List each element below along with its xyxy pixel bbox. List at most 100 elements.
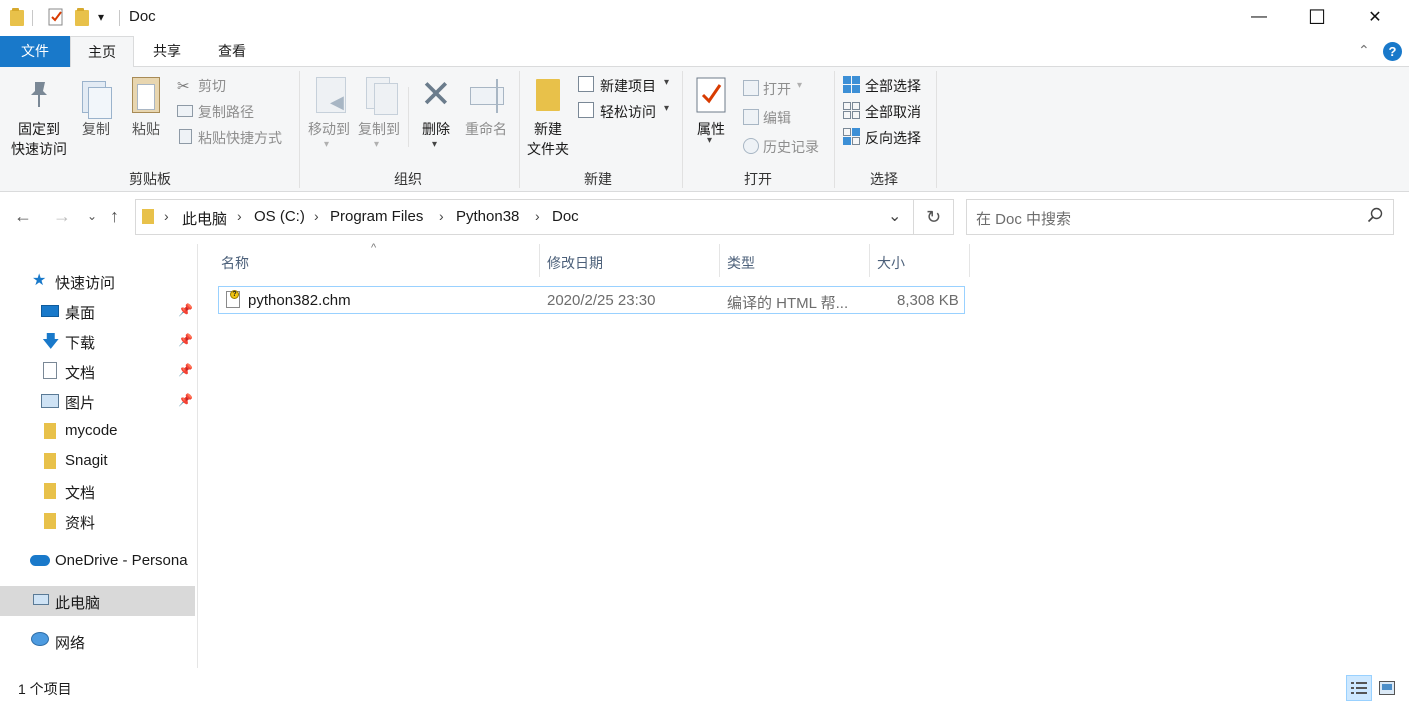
properties-icon[interactable] bbox=[47, 8, 65, 29]
nav-label: 文档 bbox=[65, 365, 96, 382]
rename-label: 重命名 bbox=[465, 121, 507, 137]
scissors-icon: ✂ bbox=[177, 78, 190, 95]
breadcrumb-program-files[interactable]: Program Files bbox=[330, 208, 423, 225]
edit-pencil-icon bbox=[743, 109, 759, 125]
details-view-button[interactable] bbox=[1346, 675, 1372, 701]
open-group-label: 打开 bbox=[744, 171, 772, 187]
table-row[interactable]: ? python382.chm 2020/2/25 23:30 编译的 HTML… bbox=[218, 286, 965, 314]
column-divider[interactable] bbox=[869, 244, 870, 277]
divider bbox=[32, 10, 33, 26]
paste-shortcut-icon bbox=[179, 129, 192, 144]
pin-icon[interactable]: 📌 bbox=[178, 303, 193, 317]
new-folder-line1: 新建 bbox=[534, 121, 562, 137]
up-button[interactable]: ↑ bbox=[110, 206, 119, 227]
folder-icon bbox=[44, 423, 56, 439]
nav-item-downloads[interactable]: 🡇 下载 📌 bbox=[0, 326, 196, 356]
chevron-down-icon: ▾ bbox=[797, 80, 803, 91]
column-header-type[interactable]: 类型 bbox=[727, 253, 755, 273]
nav-item-documents-folder[interactable]: 文档 bbox=[0, 476, 196, 506]
new-group-label: 新建 bbox=[584, 171, 612, 187]
column-header-size[interactable]: 大小 bbox=[877, 253, 905, 273]
pin-icon[interactable]: 📌 bbox=[178, 393, 193, 407]
cut-label: 剪切 bbox=[198, 78, 226, 94]
download-arrow-icon: 🡇 bbox=[42, 332, 60, 351]
nav-label: 下载 bbox=[65, 335, 96, 352]
breadcrumb-doc[interactable]: Doc bbox=[552, 208, 579, 225]
nav-item-documents[interactable]: 文档 📌 bbox=[0, 356, 196, 386]
column-divider[interactable] bbox=[969, 244, 970, 277]
easy-access-label: 轻松访问 bbox=[600, 104, 656, 120]
breadcrumb-separator[interactable]: › bbox=[314, 208, 319, 224]
refresh-button[interactable]: ↻ bbox=[914, 199, 954, 235]
back-button[interactable]: ← bbox=[14, 206, 32, 227]
file-list: ^ 名称 修改日期 类型 大小 ? python382.chm 2020/2/2… bbox=[199, 242, 1409, 668]
network-icon bbox=[31, 632, 49, 646]
chm-help-file-icon: ? bbox=[226, 290, 240, 308]
nav-label: 桌面 bbox=[65, 305, 96, 322]
window-title: Doc bbox=[129, 8, 156, 25]
breadcrumb-separator[interactable]: › bbox=[164, 208, 169, 224]
address-bar[interactable]: › 此电脑 › OS (C:) › Program Files › Python… bbox=[135, 199, 914, 235]
pin-icon[interactable]: 📌 bbox=[178, 363, 193, 377]
large-icons-view-button[interactable] bbox=[1374, 675, 1400, 701]
column-divider[interactable] bbox=[719, 244, 720, 277]
collapse-ribbon-icon[interactable]: ⌃ bbox=[1358, 42, 1370, 59]
tab-home[interactable]: 主页 bbox=[70, 36, 134, 68]
file-modified: 2020/2/25 23:30 bbox=[547, 292, 656, 309]
nav-quick-access[interactable]: ★ 快速访问 bbox=[0, 266, 196, 296]
customize-quick-access-dropdown[interactable]: ▾ bbox=[98, 10, 104, 24]
help-icon[interactable]: ? bbox=[1383, 42, 1402, 61]
breadcrumb-this-pc[interactable]: 此电脑 bbox=[182, 208, 227, 229]
chevron-down-icon: ▾ bbox=[707, 135, 713, 146]
nav-label: OneDrive - Persona bbox=[55, 552, 188, 569]
nav-item-materials[interactable]: 资料 bbox=[0, 506, 196, 536]
breadcrumb-separator[interactable]: › bbox=[535, 208, 540, 224]
nav-item-desktop[interactable]: 桌面 📌 bbox=[0, 296, 196, 326]
nav-this-pc[interactable]: 此电脑 bbox=[0, 586, 195, 616]
group-divider bbox=[299, 71, 300, 188]
file-type: 编译的 HTML 帮... bbox=[727, 295, 849, 312]
recent-locations-dropdown[interactable]: ⌄ bbox=[87, 209, 97, 223]
copy-to-icon-back bbox=[374, 83, 398, 115]
search-box[interactable]: 在 Doc 中搜索 bbox=[966, 199, 1394, 235]
group-divider bbox=[936, 71, 937, 188]
close-button[interactable]: ✕ bbox=[1346, 0, 1404, 34]
move-to-label: 移动到 bbox=[308, 121, 350, 137]
sort-ascending-icon: ^ bbox=[371, 242, 377, 254]
rename-cursor-icon bbox=[496, 79, 498, 113]
breadcrumb-os-c[interactable]: OS (C:) bbox=[254, 208, 305, 225]
nav-onedrive[interactable]: OneDrive - Persona bbox=[0, 546, 196, 576]
column-header-name[interactable]: 名称 bbox=[221, 253, 249, 273]
folder-icon bbox=[142, 209, 154, 224]
delete-label: 删除 bbox=[422, 121, 450, 137]
rename-icon bbox=[470, 87, 504, 105]
column-divider[interactable] bbox=[539, 244, 540, 277]
tab-view[interactable]: 查看 bbox=[202, 36, 262, 67]
search-icon[interactable] bbox=[1367, 207, 1383, 226]
maximize-button[interactable]: ☐ bbox=[1288, 0, 1346, 34]
nav-item-pictures[interactable]: 图片 📌 bbox=[0, 386, 196, 416]
address-history-chevron-icon[interactable]: ⌄ bbox=[888, 206, 901, 226]
nav-item-snagit[interactable]: Snagit bbox=[0, 446, 196, 476]
chevron-down-icon: ▾ bbox=[664, 77, 670, 88]
document-icon bbox=[43, 362, 57, 379]
pin-icon[interactable]: 📌 bbox=[178, 333, 193, 347]
tab-share[interactable]: 共享 bbox=[138, 36, 196, 67]
chevron-down-icon: ▾ bbox=[374, 139, 380, 150]
breadcrumb-python38[interactable]: Python38 bbox=[456, 208, 519, 225]
folder-icon bbox=[44, 483, 56, 499]
breadcrumb-separator[interactable]: › bbox=[237, 208, 242, 224]
tab-file[interactable]: 文件 bbox=[0, 36, 70, 67]
copy-path-icon bbox=[177, 105, 193, 117]
forward-button[interactable]: → bbox=[53, 206, 71, 227]
column-header-modified[interactable]: 修改日期 bbox=[547, 253, 603, 273]
pin-icon bbox=[26, 79, 52, 112]
nav-network[interactable]: 网络 bbox=[0, 626, 196, 656]
breadcrumb-separator[interactable]: › bbox=[439, 208, 444, 224]
properties-check-icon bbox=[696, 77, 726, 116]
ribbon: 固定到 快速访问 复制 粘贴 ✂ 剪切 复制路径 粘贴快捷方式 剪贴板 ◀ 移动… bbox=[0, 67, 1409, 192]
title-bar: ▾ Doc — ☐ ✕ bbox=[0, 0, 1409, 36]
invert-selection-icon bbox=[843, 128, 860, 145]
minimize-button[interactable]: — bbox=[1230, 0, 1288, 34]
nav-item-mycode[interactable]: mycode bbox=[0, 416, 196, 446]
